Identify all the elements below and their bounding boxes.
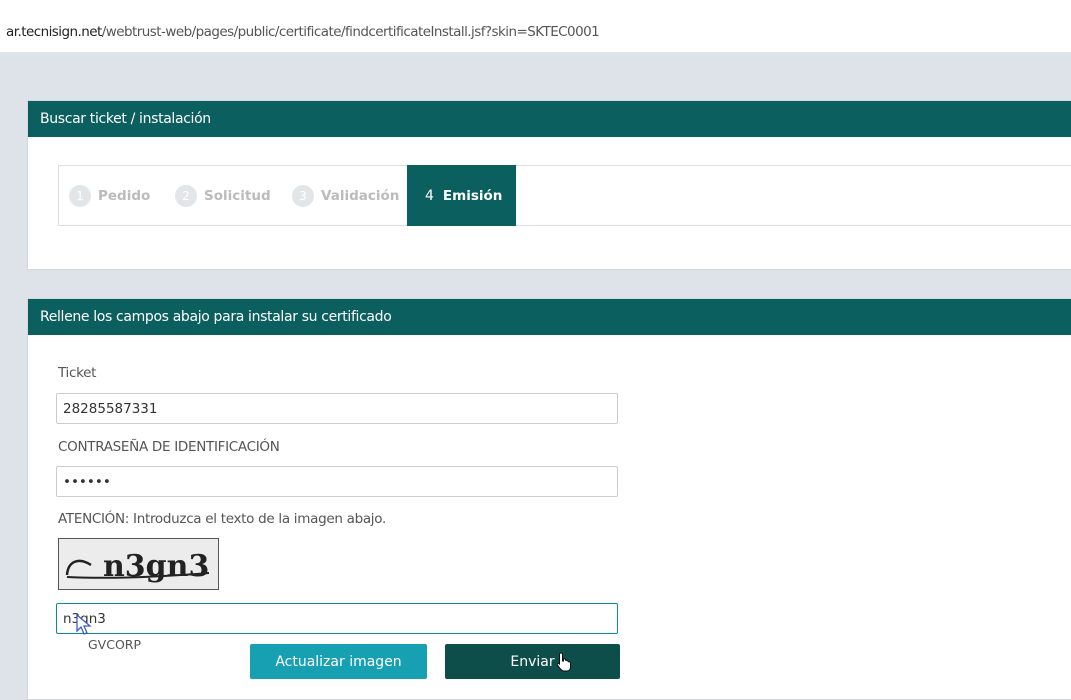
refresh-image-button[interactable]: Actualizar imagen [250, 644, 427, 679]
install-certificate-panel: Rellene los campos abajo para instalar s… [27, 298, 1071, 700]
step-number: 2 [175, 184, 197, 207]
step-emision-active: 4 Emisión [407, 165, 517, 226]
search-ticket-panel: Buscar ticket / instalación 1 Pedido 2 S… [27, 100, 1071, 270]
step-validacion: 3 Validación [292, 166, 399, 225]
captcha-instruction: ATENCIÓN: Introduzca el texto de la imag… [58, 511, 386, 527]
url-text[interactable]: ar.tecnisign.net/webtrust-web/pages/publ… [6, 24, 600, 40]
install-panel-title: Rellene los campos abajo para instalar s… [28, 299, 1071, 335]
browser-address-bar[interactable]: ar.tecnisign.net/webtrust-web/pages/publ… [0, 14, 1071, 53]
step-number: 1 [69, 184, 91, 207]
progress-steps: 1 Pedido 2 Solicitud 3 Validación 4 Emis… [58, 165, 1071, 226]
step-label: Validación [321, 187, 400, 204]
url-path: /webtrust-web/pages/public/certificate/f… [101, 24, 600, 40]
step-number: 4 [425, 187, 434, 204]
watermark-text: GVCORP [88, 637, 142, 652]
step-number: 3 [292, 184, 314, 207]
captcha-image: n3gn3 [58, 538, 219, 590]
step-label: Solicitud [204, 187, 271, 204]
url-host: ar.tecnisign.net [6, 24, 102, 40]
step-label: Emisión [442, 187, 503, 204]
password-input[interactable] [56, 466, 618, 497]
captcha-text: n3gn3 [103, 549, 209, 584]
send-button[interactable]: Enviar [445, 644, 620, 679]
step-pedido: 1 Pedido [69, 166, 150, 225]
search-panel-title: Buscar ticket / instalación [28, 101, 1071, 137]
step-label: Pedido [98, 187, 151, 204]
step-solicitud: 2 Solicitud [175, 166, 271, 225]
page-heading-cropped [0, 0, 1071, 14]
ticket-label: Ticket [58, 365, 97, 381]
ticket-input[interactable] [56, 393, 618, 424]
captcha-input[interactable] [56, 603, 618, 634]
password-label: CONTRASEÑA DE IDENTIFICACIÓN [58, 439, 280, 455]
